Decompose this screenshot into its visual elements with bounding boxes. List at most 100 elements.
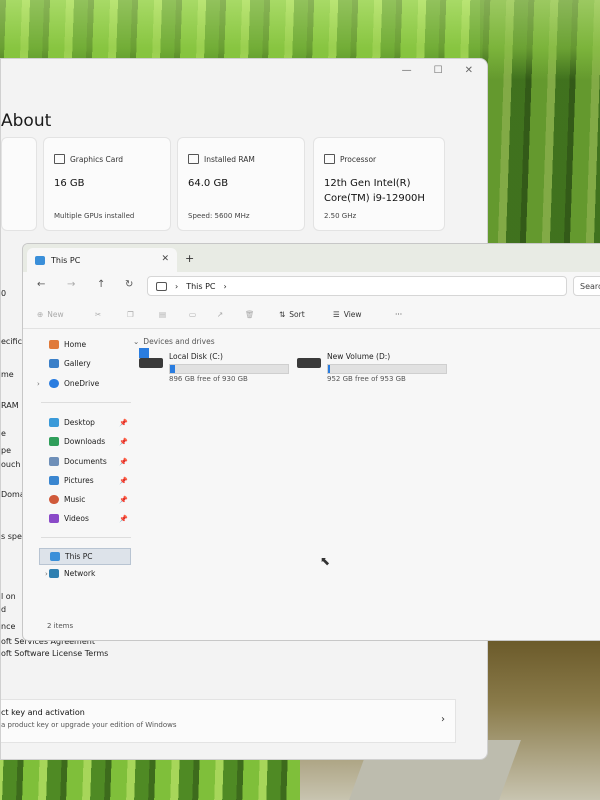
file-explorer-window: This PC ✕ + ← → ↑ ↻ › This PC › Searc ⊕N… xyxy=(22,243,600,641)
sort-icon: ⇅ xyxy=(279,310,286,319)
close-tab-icon[interactable]: ✕ xyxy=(161,254,169,264)
drive-free-space: 896 GB free of 930 GB xyxy=(169,375,248,383)
rename-icon[interactable]: ▭ xyxy=(189,310,196,319)
license-terms-link[interactable]: oft Software License Terms xyxy=(1,649,108,658)
drive-item-c[interactable]: Local Disk (C:) 896 GB free of 930 GB xyxy=(139,348,289,386)
processor-icon xyxy=(324,154,335,164)
group-header-devices[interactable]: ⌄ Devices and drives xyxy=(133,337,215,346)
sidebar-item-label: Pictures xyxy=(64,476,94,485)
side-fragment: d xyxy=(1,605,7,614)
breadcrumb-this-pc[interactable]: This PC xyxy=(186,282,215,291)
minimize-button[interactable]: — xyxy=(402,65,412,76)
sidebar-item-gallery[interactable]: Gallery xyxy=(49,359,91,368)
onedrive-icon xyxy=(49,379,59,388)
new-tab-button[interactable]: + xyxy=(185,252,194,265)
back-button[interactable]: ← xyxy=(37,279,45,290)
sidebar-item-onedrive[interactable]: OneDrive xyxy=(49,379,99,388)
hard-drive-icon xyxy=(297,358,321,368)
view-icon: ☰ xyxy=(333,310,340,319)
this-pc-icon xyxy=(50,552,60,561)
pictures-icon xyxy=(49,476,59,485)
chevron-right-icon: › xyxy=(441,714,445,725)
side-fragment: pe xyxy=(1,446,11,455)
sort-label: Sort xyxy=(289,310,305,319)
sidebar-item-label: OneDrive xyxy=(64,379,100,388)
explorer-titlebar: This PC ✕ + xyxy=(23,244,600,272)
drive-item-d[interactable]: New Volume (D:) 952 GB free of 953 GB xyxy=(297,352,447,386)
up-button[interactable]: ↑ xyxy=(97,279,105,290)
address-separator: › xyxy=(175,281,179,291)
address-bar[interactable]: › This PC › xyxy=(147,276,567,296)
forward-button[interactable]: → xyxy=(67,279,75,290)
sidebar-item-label: Downloads xyxy=(64,437,106,446)
sidebar-item-label: Documents xyxy=(64,457,107,466)
delete-icon[interactable]: 🗑 xyxy=(245,310,255,319)
monitor-icon xyxy=(156,281,167,291)
spec-card-partial xyxy=(1,137,37,231)
expand-chevron-icon[interactable]: › xyxy=(45,570,48,578)
videos-icon xyxy=(49,514,59,523)
settings-window-controls: — ☐ ✕ xyxy=(402,65,473,76)
divider xyxy=(41,537,131,538)
view-button[interactable]: ☰ View xyxy=(333,310,362,319)
side-fragment: 0 xyxy=(1,289,7,298)
command-bar: ⊕ New ✂ ❐ ▤ ▭ ↗ 🗑 ⇅ Sort ☰ View ··· xyxy=(23,302,600,329)
sidebar-item-home[interactable]: Home xyxy=(49,340,86,349)
spec-value: 12th Gen Intel(R) Core(TM) i9-12900H xyxy=(324,178,425,204)
close-button[interactable]: ✕ xyxy=(465,65,473,76)
maximize-button[interactable]: ☐ xyxy=(434,65,443,76)
windows-logo-icon xyxy=(139,348,149,358)
drive-name: New Volume (D:) xyxy=(327,352,391,361)
refresh-button[interactable]: ↻ xyxy=(125,279,133,290)
sidebar-item-this-pc[interactable]: This PC xyxy=(39,548,131,565)
hard-drive-icon xyxy=(139,358,163,368)
sidebar-item-videos[interactable]: Videos xyxy=(49,514,89,523)
side-fragment: RAM xyxy=(1,401,19,410)
side-fragment: l on xyxy=(1,592,16,601)
cut-icon[interactable]: ✂ xyxy=(95,310,101,319)
gallery-icon xyxy=(49,359,59,368)
pin-icon: 📌 xyxy=(119,458,128,466)
navigation-bar: ← → ↑ ↻ › This PC › Searc xyxy=(23,272,600,300)
sort-button[interactable]: ⇅ Sort xyxy=(279,310,305,319)
sidebar-item-downloads[interactable]: Downloads xyxy=(49,437,105,446)
side-fragment: e xyxy=(1,429,6,438)
search-input[interactable]: Searc xyxy=(573,276,600,296)
drive-name: Local Disk (C:) xyxy=(169,352,223,361)
graphics-card-icon xyxy=(54,154,65,164)
page-title: About xyxy=(1,111,52,131)
view-label: View xyxy=(343,310,362,319)
more-options-button[interactable]: ··· xyxy=(395,310,402,319)
spec-sub: Multiple GPUs installed xyxy=(54,212,135,220)
spec-label: Graphics Card xyxy=(70,154,124,164)
spec-card-ram: Installed RAM 64.0 GB Speed: 5600 MHz xyxy=(177,137,305,231)
share-icon[interactable]: ↗ xyxy=(217,310,223,319)
pin-icon: 📌 xyxy=(119,496,128,504)
drive-usage-bar xyxy=(169,364,289,374)
activation-row[interactable]: ct key and activation a product key or u… xyxy=(1,699,456,743)
sidebar-item-documents[interactable]: Documents xyxy=(49,457,107,466)
desktop-folder-icon xyxy=(49,418,59,427)
spec-card-graphics: Graphics Card 16 GB Multiple GPUs instal… xyxy=(43,137,171,231)
new-label: New xyxy=(47,310,64,319)
paste-icon[interactable]: ▤ xyxy=(159,310,166,319)
spec-sub: 2.50 GHz xyxy=(324,212,357,220)
chevron-down-icon: ⌄ xyxy=(133,337,140,346)
drive-free-space: 952 GB free of 953 GB xyxy=(327,375,406,383)
new-button[interactable]: ⊕ New xyxy=(37,310,64,319)
side-fragment: ouch xyxy=(1,460,21,469)
side-fragment: nce xyxy=(1,622,16,631)
home-icon xyxy=(49,340,59,349)
copy-icon[interactable]: ❐ xyxy=(127,310,134,319)
music-icon xyxy=(49,495,59,504)
sidebar-item-music[interactable]: Music xyxy=(49,495,85,504)
sidebar-item-pictures[interactable]: Pictures xyxy=(49,476,94,485)
expand-chevron-icon[interactable]: › xyxy=(37,380,40,388)
drive-usage-fill xyxy=(328,365,330,373)
this-pc-icon xyxy=(35,255,45,265)
sidebar-item-network[interactable]: Network xyxy=(49,569,95,578)
sidebar-item-desktop[interactable]: Desktop xyxy=(49,418,95,427)
tab-this-pc[interactable]: This PC ✕ xyxy=(27,248,177,272)
pin-icon: 📌 xyxy=(119,419,128,427)
spec-card-processor: Processor 12th Gen Intel(R) Core(TM) i9-… xyxy=(313,137,445,231)
